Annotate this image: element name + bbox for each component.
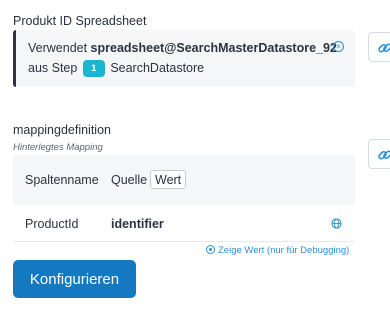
spreadsheet-reference-line: Verwendet spreadsheet@SearchMasterDatast…: [28, 38, 345, 58]
step-number-badge: 1: [82, 60, 105, 77]
mapping-section-label: mappingdefinition: [13, 123, 111, 137]
link-spreadsheet-button[interactable]: [368, 32, 390, 62]
link-mapping-button[interactable]: [368, 139, 390, 169]
link-icon: [378, 43, 390, 53]
show-value-debug-link[interactable]: Zeige Wert (nur für Debugging): [206, 245, 349, 256]
link-icon: [378, 150, 390, 160]
clear-icon[interactable]: ×: [333, 41, 344, 52]
mapping-sublabel: Hinterlegtes Mapping: [13, 142, 103, 153]
value-toggle-button[interactable]: Wert: [150, 170, 187, 189]
globe-icon[interactable]: [331, 218, 342, 229]
mapping-table-header: Spaltenname Quelle Wert: [13, 155, 355, 205]
step-reference-line: aus Step 1 SearchDatastore: [28, 58, 345, 78]
step-prefix: aus Step: [28, 61, 81, 75]
row-column-name: ProductId: [25, 217, 79, 231]
table-row: ProductId identifier: [13, 207, 355, 242]
debug-link-label: Zeige Wert (nur für Debugging): [218, 245, 350, 256]
configure-button[interactable]: Konfigurieren: [13, 260, 136, 298]
row-source-value: identifier: [111, 217, 164, 231]
spreadsheet-section-label: Produkt ID Spreadsheet: [13, 14, 147, 28]
mapping-config-panel: Produkt ID Spreadsheet Verwendet spreads…: [0, 0, 390, 312]
eye-icon: [206, 245, 215, 254]
spreadsheet-name: spreadsheet@SearchMasterDatastore_92: [90, 41, 337, 55]
step-name: SearchDatastore: [110, 61, 205, 75]
source-header: Quelle: [111, 173, 148, 187]
spreadsheet-reference-box: Verwendet spreadsheet@SearchMasterDatast…: [13, 30, 355, 87]
spreadsheet-prefix: Verwendet: [28, 41, 91, 55]
column-name-header: Spaltenname: [25, 173, 99, 187]
